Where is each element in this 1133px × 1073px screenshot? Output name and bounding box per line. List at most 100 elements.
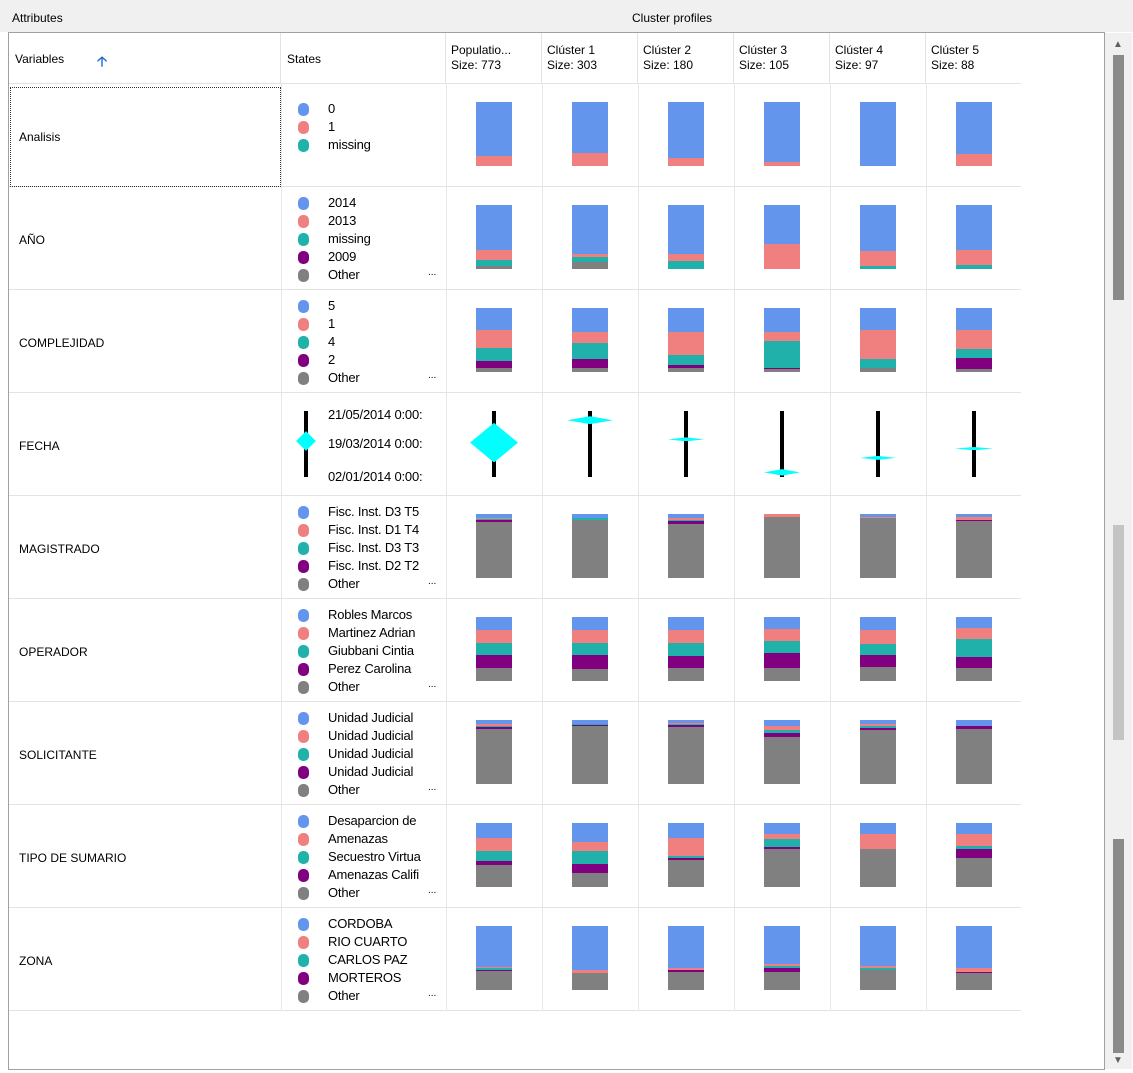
column-header-cluster-1[interactable]: Clúster 1 Size: 303 bbox=[542, 33, 638, 83]
profile-bar[interactable] bbox=[476, 308, 512, 372]
profile-bar[interactable] bbox=[860, 617, 896, 681]
profile-bar[interactable] bbox=[668, 617, 704, 681]
vertical-scrollbar[interactable]: ▲ ▼ bbox=[1105, 33, 1132, 1069]
state-label: RIO CUARTO bbox=[328, 934, 408, 949]
profile-bar[interactable] bbox=[764, 617, 800, 681]
profile-bar[interactable] bbox=[860, 102, 896, 166]
variable-row[interactable]: TIPO DE SUMARIO Desaparcion de Amenazas Sec… bbox=[9, 805, 1021, 908]
variable-row[interactable]: ZONA CORDOBA RIO CUARTO CARLOS PAZ MORTEROS O… bbox=[9, 908, 1021, 1011]
profile-bar-segment bbox=[956, 265, 992, 269]
column-header-cluster-5[interactable]: Clúster 5 Size: 88 bbox=[926, 33, 1021, 83]
profile-bar[interactable] bbox=[860, 720, 896, 784]
profile-bar[interactable] bbox=[572, 205, 608, 269]
date-profile-glyph[interactable] bbox=[950, 411, 998, 477]
date-profile-glyph[interactable] bbox=[470, 411, 518, 477]
profile-bar[interactable] bbox=[476, 102, 512, 166]
more-states-ellipsis[interactable]: ... bbox=[428, 885, 436, 896]
profile-bar[interactable] bbox=[764, 823, 800, 887]
date-profile-glyph[interactable] bbox=[854, 411, 902, 477]
profile-bar[interactable] bbox=[764, 926, 800, 990]
arrow-up-icon[interactable]: 🡡 bbox=[97, 51, 107, 75]
profile-bar[interactable] bbox=[572, 926, 608, 990]
profile-bar[interactable] bbox=[764, 308, 800, 372]
profile-bar[interactable] bbox=[764, 205, 800, 269]
column-divider bbox=[926, 187, 927, 290]
more-states-ellipsis[interactable]: ... bbox=[428, 988, 436, 999]
profile-bar[interactable] bbox=[860, 926, 896, 990]
scroll-down-icon[interactable]: ▼ bbox=[1113, 1055, 1123, 1066]
profile-bar[interactable] bbox=[956, 205, 992, 269]
profile-bar[interactable] bbox=[860, 823, 896, 887]
profile-bar[interactable] bbox=[860, 308, 896, 372]
column-header-states[interactable]: States bbox=[281, 33, 446, 83]
more-states-ellipsis[interactable]: ... bbox=[428, 370, 436, 381]
profile-bar-segment bbox=[764, 308, 800, 332]
scrollbar-thumb-secondary[interactable] bbox=[1113, 525, 1124, 740]
profile-bar[interactable] bbox=[572, 823, 608, 887]
state-color-swatch bbox=[298, 784, 309, 797]
profile-bar[interactable] bbox=[668, 823, 704, 887]
profile-bar[interactable] bbox=[668, 102, 704, 166]
profile-bar[interactable] bbox=[860, 514, 896, 578]
profile-bar[interactable] bbox=[860, 205, 896, 269]
more-states-ellipsis[interactable]: ... bbox=[428, 782, 436, 793]
profile-bar-segment bbox=[476, 266, 512, 269]
variable-row[interactable]: SOLICITANTE Unidad Judicial Unidad Judicia… bbox=[9, 702, 1021, 805]
profile-bar[interactable] bbox=[476, 617, 512, 681]
profile-bar[interactable] bbox=[476, 720, 512, 784]
profile-bar[interactable] bbox=[956, 514, 992, 578]
profile-bar[interactable] bbox=[572, 617, 608, 681]
profile-bar[interactable] bbox=[956, 617, 992, 681]
variable-row[interactable]: AÑO 2014 2013 missing 2009 Other... bbox=[9, 187, 1021, 290]
profile-bar[interactable] bbox=[572, 102, 608, 166]
variable-row[interactable]: OPERADOR Robles Marcos Martinez Adrian Giub… bbox=[9, 599, 1021, 702]
cluster-size: Size: 97 bbox=[835, 58, 879, 72]
date-profile-glyph[interactable] bbox=[758, 411, 806, 477]
profile-bar[interactable] bbox=[476, 926, 512, 990]
scrollbar-thumb[interactable] bbox=[1113, 55, 1124, 300]
profile-bar[interactable] bbox=[764, 102, 800, 166]
column-header-cluster-3[interactable]: Clúster 3 Size: 105 bbox=[734, 33, 830, 83]
date-profile-glyph[interactable] bbox=[566, 411, 614, 477]
state-label: Other bbox=[328, 576, 360, 591]
profile-bar[interactable] bbox=[956, 823, 992, 887]
column-header-cluster-4[interactable]: Clúster 4 Size: 97 bbox=[830, 33, 926, 83]
cluster-size: Size: 105 bbox=[739, 58, 790, 72]
variable-row[interactable]: COMPLEJIDAD 5 1 4 2 Other... bbox=[9, 290, 1021, 393]
variable-row[interactable]: MAGISTRADO Fisc. Inst. D3 T5 Fisc. Inst. D… bbox=[9, 496, 1021, 599]
profile-bar-segment bbox=[764, 102, 800, 162]
profile-bar-segment bbox=[668, 158, 704, 166]
profile-bar-segment bbox=[668, 629, 704, 643]
profile-bar[interactable] bbox=[764, 514, 800, 578]
column-header-population[interactable]: Populatio... Size: 773 bbox=[446, 33, 542, 83]
profile-bar[interactable] bbox=[668, 926, 704, 990]
cluster-profiles-label: Cluster profiles bbox=[632, 11, 713, 25]
profile-bar[interactable] bbox=[572, 514, 608, 578]
profile-bar[interactable] bbox=[476, 205, 512, 269]
scrollbar-thumb-lower[interactable] bbox=[1113, 839, 1124, 1053]
profile-bar[interactable] bbox=[476, 514, 512, 578]
profile-bar-segment bbox=[668, 617, 704, 630]
column-header-cluster-2[interactable]: Clúster 2 Size: 180 bbox=[638, 33, 734, 83]
profile-bar[interactable] bbox=[572, 308, 608, 372]
more-states-ellipsis[interactable]: ... bbox=[428, 576, 436, 587]
more-states-ellipsis[interactable]: ... bbox=[428, 267, 436, 278]
profile-bar[interactable] bbox=[956, 720, 992, 784]
more-states-ellipsis[interactable]: ... bbox=[428, 679, 436, 690]
profile-bar[interactable] bbox=[572, 720, 608, 784]
profile-bar[interactable] bbox=[668, 205, 704, 269]
profile-bar[interactable] bbox=[668, 514, 704, 578]
profile-bar[interactable] bbox=[668, 308, 704, 372]
profile-bar[interactable] bbox=[956, 308, 992, 372]
scroll-up-icon[interactable]: ▲ bbox=[1113, 39, 1123, 50]
profile-bar[interactable] bbox=[956, 102, 992, 166]
profile-bar[interactable] bbox=[956, 926, 992, 990]
profile-bar-segment bbox=[476, 655, 512, 668]
column-divider bbox=[542, 908, 543, 1011]
profile-bar[interactable] bbox=[476, 823, 512, 887]
profile-bar[interactable] bbox=[764, 720, 800, 784]
column-header-variables[interactable]: Variables 🡡 bbox=[9, 33, 281, 83]
date-profile-glyph[interactable] bbox=[662, 411, 710, 477]
profile-bar[interactable] bbox=[668, 720, 704, 784]
variable-row[interactable]: FECHA 21/05/2014 0:00: 19/03/2014 0:00: 02/… bbox=[9, 393, 1021, 496]
